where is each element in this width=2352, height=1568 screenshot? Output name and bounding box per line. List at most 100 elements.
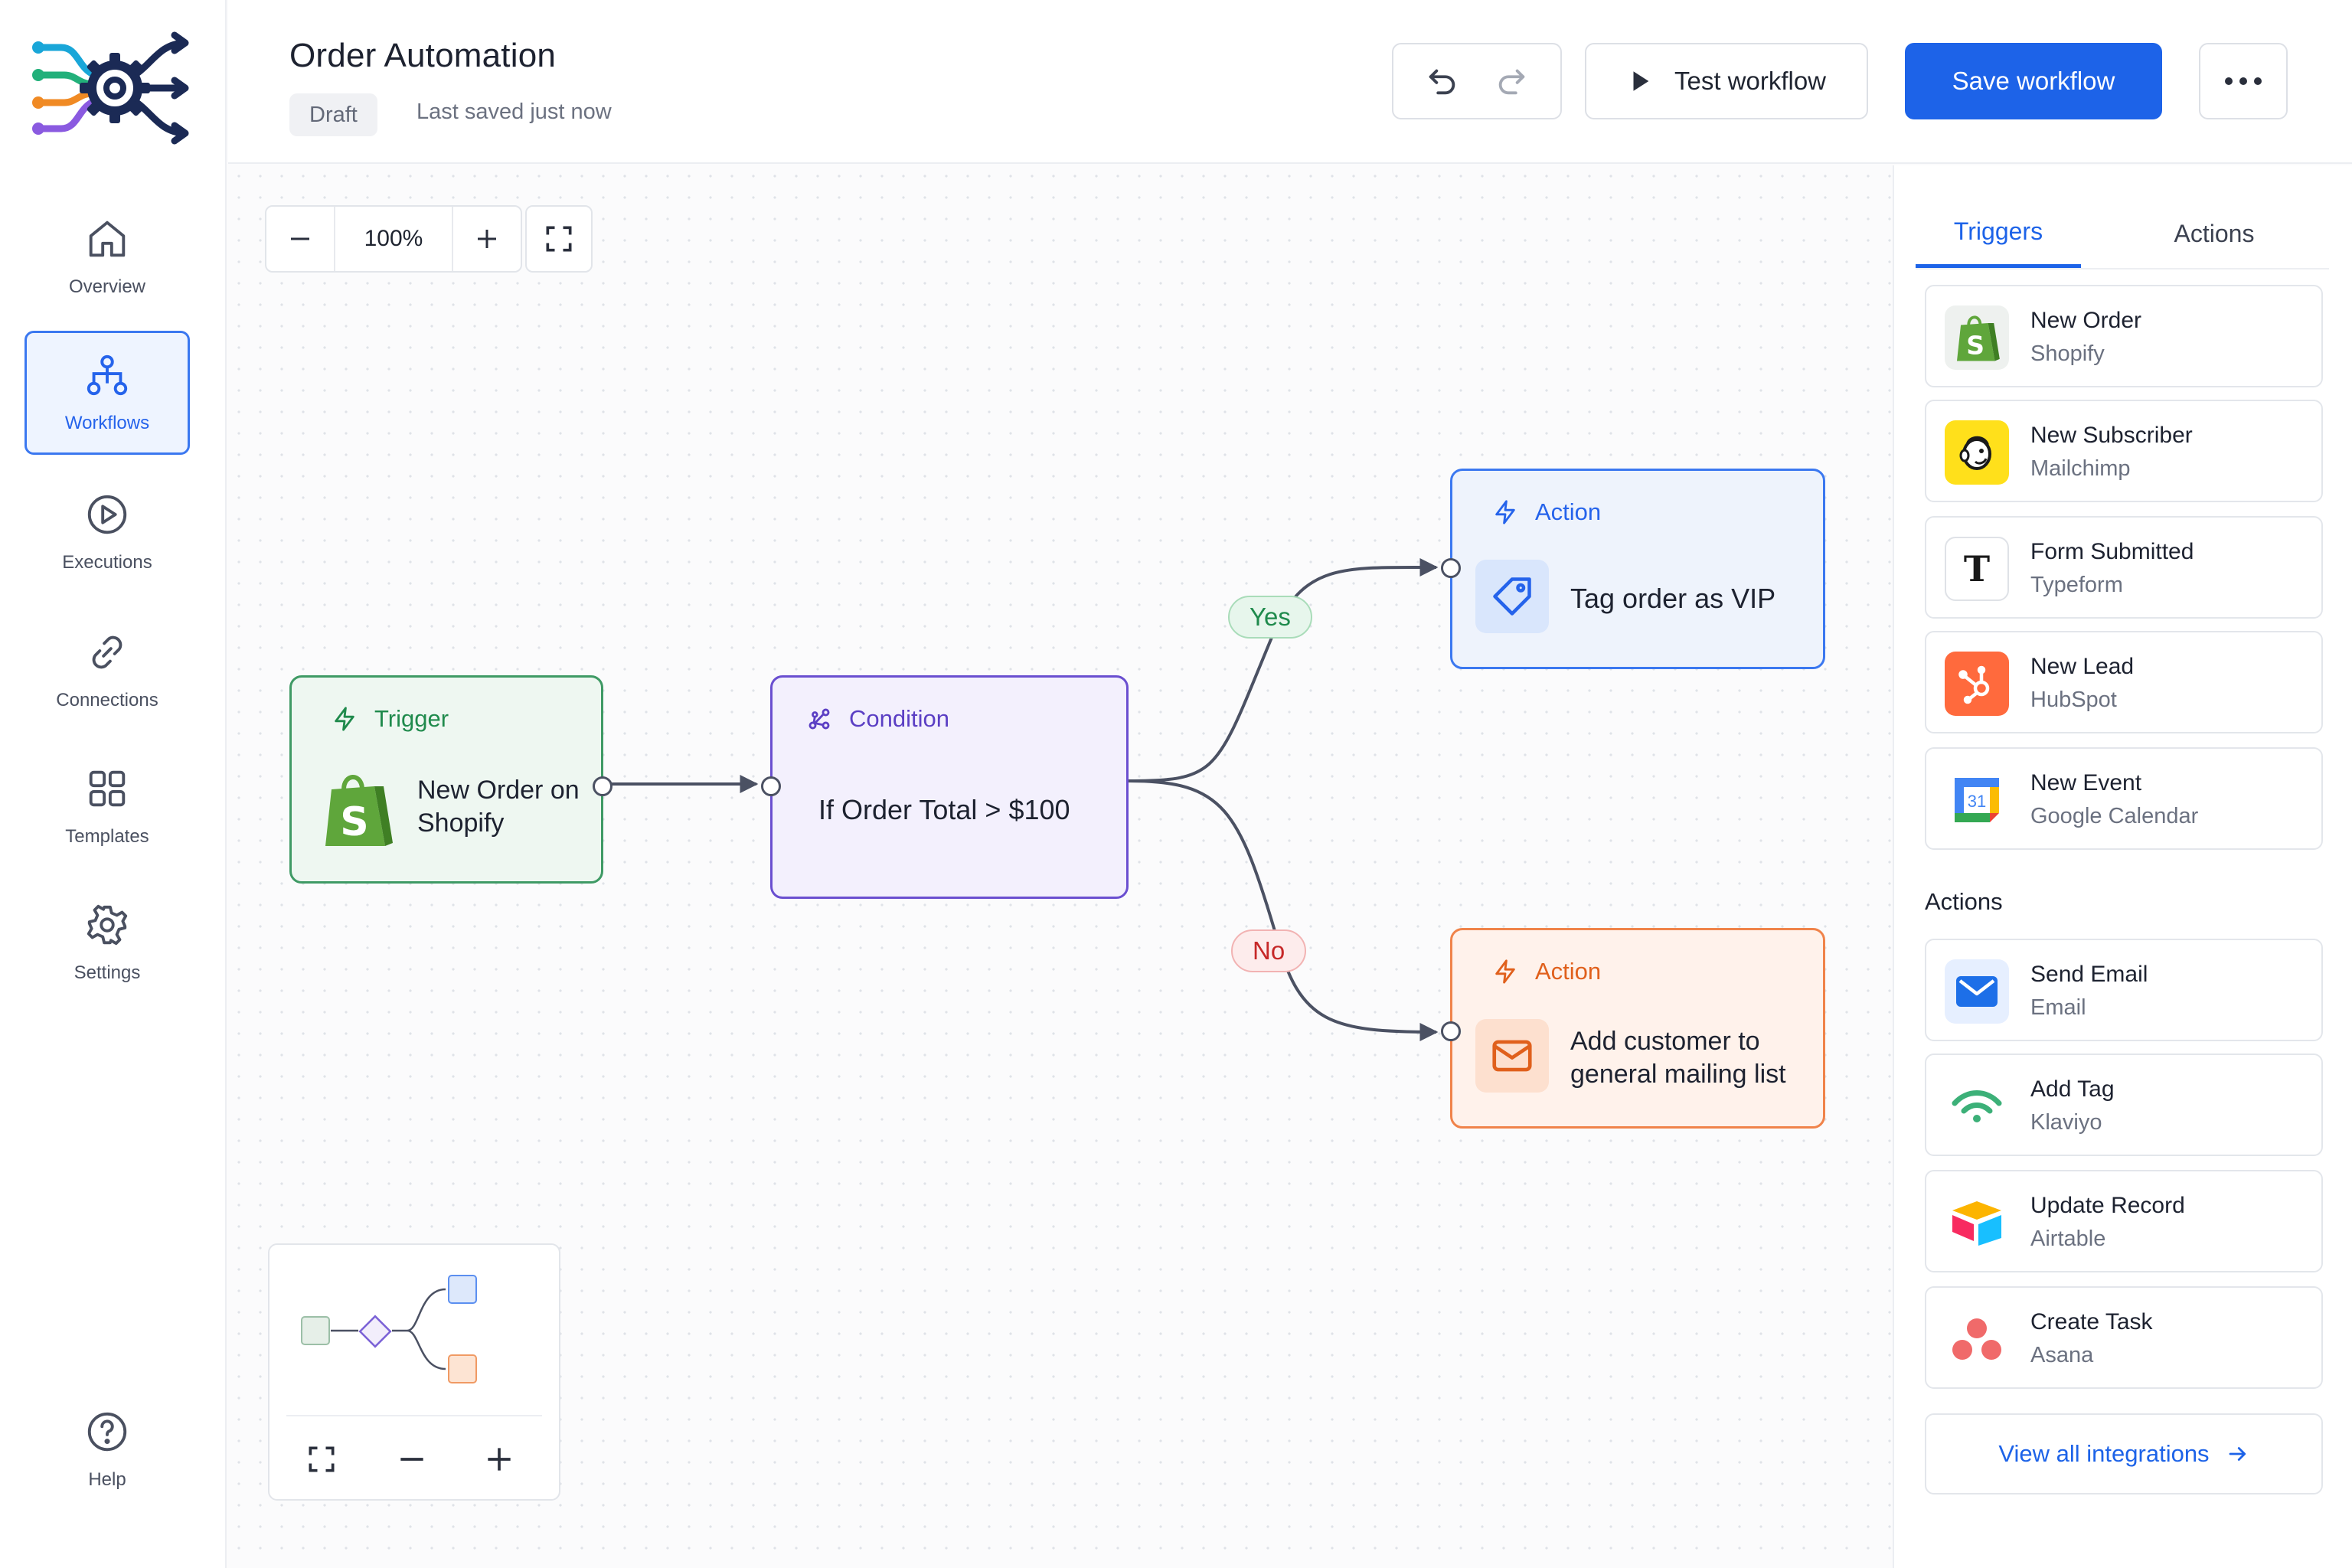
view-all-integrations-link[interactable]: View all integrations bbox=[1925, 1413, 2323, 1494]
home-icon bbox=[89, 220, 126, 257]
nav-label: Overview bbox=[68, 276, 146, 297]
action-card-airtable[interactable]: Update Record Airtable bbox=[1925, 1170, 2323, 1272]
trigger-card-shopify[interactable]: S New Order Shopify bbox=[1925, 285, 2323, 387]
nav-item-workflows[interactable]: Workflows bbox=[24, 331, 190, 455]
asana-icon bbox=[1945, 1307, 2009, 1371]
sidebar: Overview Workflows Executions Connection… bbox=[0, 0, 227, 1568]
divider bbox=[286, 1415, 542, 1416]
tab-triggers[interactable]: Triggers bbox=[1916, 199, 2081, 268]
card-app: Airtable bbox=[2030, 1227, 2106, 1251]
input-port[interactable] bbox=[1441, 1021, 1461, 1041]
undo-icon[interactable] bbox=[1425, 64, 1460, 99]
condition-node[interactable]: Condition If Order Total > $100 bbox=[761, 675, 1129, 899]
plus-icon bbox=[488, 1448, 511, 1471]
save-workflow-button[interactable]: Save workflow bbox=[1905, 43, 2162, 119]
node-text: Tag order as VIP bbox=[1570, 583, 1776, 614]
mail-icon bbox=[1492, 1040, 1532, 1072]
svg-text:S: S bbox=[1966, 331, 1984, 361]
nav-item-help[interactable]: Help bbox=[24, 1387, 190, 1511]
nav-item-connections[interactable]: Connections bbox=[24, 608, 190, 732]
minimap[interactable] bbox=[268, 1243, 560, 1501]
card-title: Send Email bbox=[2030, 962, 2148, 987]
nav-item-overview[interactable]: Overview bbox=[24, 194, 190, 318]
status-badge: Draft bbox=[289, 93, 377, 136]
node-kind: Condition bbox=[806, 705, 949, 733]
action-card-asana[interactable]: Create Task Asana bbox=[1925, 1286, 2323, 1389]
node-kind-label: Condition bbox=[849, 705, 949, 732]
workflow-canvas[interactable]: 100% Yes No Trigger S New Order on Shopi… bbox=[228, 165, 1893, 1568]
card-title: New Event bbox=[2030, 770, 2142, 795]
action-node-mailing-list[interactable]: Action Add customer to general mailing l… bbox=[1441, 928, 1825, 1129]
node-kind: Action bbox=[1492, 958, 1601, 985]
more-horizontal-icon bbox=[2225, 77, 2262, 85]
card-app: Google Calendar bbox=[2030, 804, 2199, 828]
action-card-klaviyo[interactable]: Add Tag Klaviyo bbox=[1925, 1054, 2323, 1156]
input-port[interactable] bbox=[761, 776, 781, 796]
tab-actions[interactable]: Actions bbox=[2122, 199, 2306, 268]
nav-label: Connections bbox=[56, 690, 158, 710]
card-title: New Order bbox=[2030, 308, 2142, 333]
node-kind: Trigger bbox=[332, 705, 449, 733]
more-options-button[interactable] bbox=[2199, 43, 2288, 119]
node-text: If Order Total > $100 bbox=[818, 794, 1070, 825]
airtable-icon bbox=[1945, 1191, 2009, 1255]
trigger-card-mailchimp[interactable]: New Subscriber Mailchimp bbox=[1925, 400, 2323, 502]
input-port[interactable] bbox=[1441, 558, 1461, 578]
card-app: Shopify bbox=[2030, 341, 2105, 366]
card-app: Asana bbox=[2030, 1343, 2094, 1367]
edge-label-no: No bbox=[1231, 929, 1307, 972]
svg-text:T: T bbox=[1964, 550, 1990, 588]
edge-label-yes: Yes bbox=[1228, 596, 1312, 639]
link-icon bbox=[92, 635, 122, 669]
minimap-preview bbox=[301, 1275, 477, 1383]
card-title: Form Submitted bbox=[2030, 539, 2194, 564]
redo-icon[interactable] bbox=[1494, 64, 1529, 99]
workflow-icon bbox=[87, 354, 128, 396]
action-node-tag-vip[interactable]: Action Tag order as VIP bbox=[1441, 469, 1825, 669]
card-title: Add Tag bbox=[2030, 1076, 2115, 1102]
trigger-card-typeform[interactable]: T Form Submitted Typeform bbox=[1925, 516, 2323, 619]
lightning-icon bbox=[1495, 959, 1515, 984]
google-calendar-icon: 31 bbox=[1945, 768, 2009, 832]
node-kind-label: Action bbox=[1535, 498, 1602, 525]
card-title: New Lead bbox=[2030, 654, 2135, 679]
nav-label: Executions bbox=[62, 552, 152, 573]
card-app: Mailchimp bbox=[2030, 456, 2131, 481]
nav-label: Templates bbox=[65, 826, 149, 847]
node-kind-label: Action bbox=[1535, 958, 1602, 985]
card-title: New Subscriber bbox=[2030, 423, 2193, 448]
trigger-node[interactable]: Trigger S New Order on Shopify bbox=[289, 675, 612, 884]
nav-item-settings[interactable]: Settings bbox=[24, 880, 190, 1004]
actions-section-title: Actions bbox=[1925, 888, 2003, 915]
nav-item-executions[interactable]: Executions bbox=[24, 470, 190, 594]
output-port[interactable] bbox=[593, 776, 612, 796]
tag-icon bbox=[1493, 577, 1531, 616]
lightning-icon bbox=[1495, 500, 1515, 524]
app-logo-icon[interactable] bbox=[31, 31, 199, 145]
action-card-email[interactable]: Send Email Email bbox=[1925, 939, 2323, 1041]
branch-icon bbox=[808, 708, 830, 730]
help-icon bbox=[87, 1412, 127, 1452]
node-text: New Order on Shopify bbox=[417, 776, 580, 838]
hubspot-icon bbox=[1945, 652, 2009, 716]
page-title: Order Automation bbox=[289, 37, 557, 74]
nav-item-templates[interactable]: Templates bbox=[24, 744, 190, 868]
test-workflow-button[interactable]: Test workflow bbox=[1585, 43, 1868, 119]
node-kind-label: Trigger bbox=[374, 705, 449, 732]
klaviyo-icon bbox=[1945, 1074, 2009, 1138]
header: Order Automation Draft Last saved just n… bbox=[228, 0, 2352, 164]
svg-text:S: S bbox=[340, 799, 368, 845]
calendar-day-text: 31 bbox=[1968, 792, 1986, 811]
trigger-card-google-calendar[interactable]: 31 New Event Google Calendar bbox=[1925, 747, 2323, 850]
minimap-zoom-in-button[interactable] bbox=[473, 1433, 525, 1485]
last-saved-text: Last saved just now bbox=[416, 100, 612, 124]
trigger-card-hubspot[interactable]: New Lead HubSpot bbox=[1925, 631, 2323, 733]
minimap-fit-button[interactable] bbox=[296, 1433, 348, 1485]
shopify-icon: S bbox=[1945, 305, 2009, 370]
edge-no bbox=[1128, 779, 1439, 1041]
minimap-zoom-out-button[interactable] bbox=[386, 1433, 438, 1485]
arrow-right-icon bbox=[2229, 1447, 2246, 1461]
node-text-line: general mailing list bbox=[1570, 1059, 1786, 1089]
integrations-panel: Triggers Actions S New Order Shopify New… bbox=[1893, 165, 2352, 1568]
card-app: HubSpot bbox=[2030, 688, 2117, 712]
